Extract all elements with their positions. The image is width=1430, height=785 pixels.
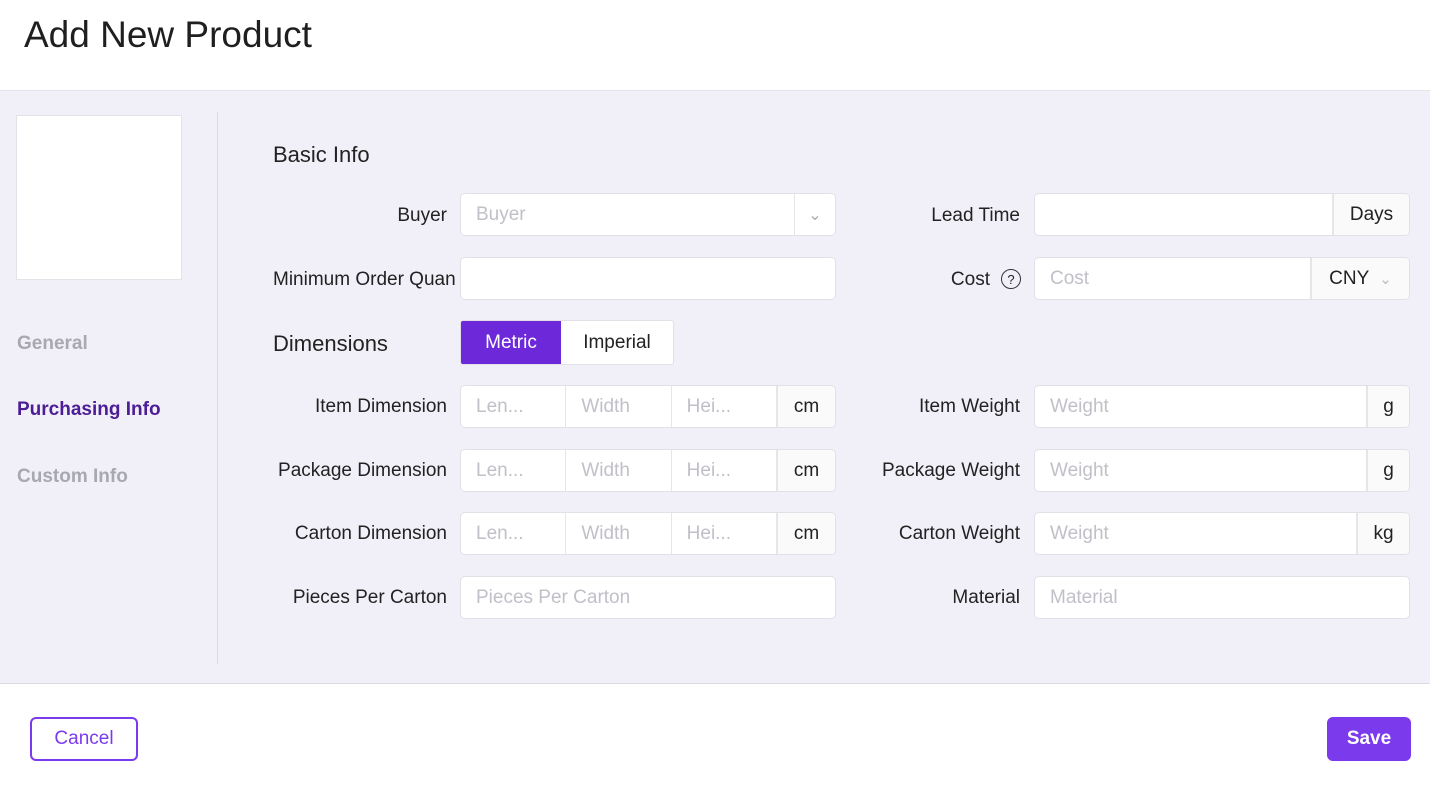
help-icon[interactable]: ? <box>1001 269 1021 289</box>
cost-label: Cost <box>950 269 990 290</box>
cancel-button[interactable]: Cancel <box>30 717 138 761</box>
carton-weight-label: Carton Weight <box>898 523 1020 544</box>
carton-weight-placeholder: Weight <box>1035 513 1357 554</box>
chevron-down-icon: ⌄ <box>808 206 822 224</box>
pieces-placeholder: Pieces Per Carton <box>476 586 631 608</box>
width-input[interactable]: Width <box>566 513 672 554</box>
package-weight-placeholder: Weight <box>1035 450 1367 491</box>
buyer-placeholder: Buyer <box>461 194 795 235</box>
package-weight-input[interactable]: Weight g <box>1034 449 1410 492</box>
pieces-input[interactable]: Pieces Per Carton <box>460 576 836 619</box>
item-weight-placeholder: Weight <box>1035 386 1367 427</box>
save-button[interactable]: Save <box>1327 717 1411 761</box>
unit-label: g <box>1367 450 1409 491</box>
unit-label: kg <box>1357 513 1409 554</box>
lead-time-value <box>1035 194 1333 235</box>
lead-time-unit: Days <box>1333 194 1409 235</box>
height-input[interactable]: Hei... <box>672 513 777 554</box>
lead-time-input[interactable]: Days <box>1034 193 1410 236</box>
package-dimension-label: Package Dimension <box>278 460 447 481</box>
unit-label: g <box>1367 386 1409 427</box>
page-title: Add New Product <box>24 14 312 55</box>
carton-dimension-label: Carton Dimension <box>294 523 447 544</box>
buyer-label: Buyer <box>397 205 447 226</box>
item-weight-input[interactable]: Weight g <box>1034 385 1410 428</box>
unit-label: cm <box>776 450 835 491</box>
chevron-down-icon: ⌄ <box>1379 270 1392 288</box>
item-dimension-label: Item Dimension <box>315 396 447 417</box>
length-input[interactable]: Len... <box>461 450 567 491</box>
cost-input[interactable]: Cost CNY ⌄ <box>1034 257 1410 300</box>
unit-label: cm <box>776 513 835 554</box>
material-input[interactable]: Material <box>1034 576 1410 619</box>
nav-general[interactable]: General <box>17 333 88 355</box>
nav-purchasing-info[interactable]: Purchasing Info <box>17 399 161 421</box>
width-input[interactable]: Width <box>566 450 672 491</box>
section-dimensions: Dimensions <box>273 331 388 356</box>
item-weight-label: Item Weight <box>918 396 1020 417</box>
unit-toggle: Metric Imperial <box>460 320 674 365</box>
toggle-metric[interactable]: Metric <box>461 321 561 364</box>
cost-placeholder: Cost <box>1035 258 1311 299</box>
divider <box>217 112 218 664</box>
pieces-label: Pieces Per Carton <box>292 587 447 608</box>
length-input[interactable]: Len... <box>461 513 567 554</box>
item-dimension-input[interactable]: Len... Width Hei... cm <box>460 385 836 428</box>
currency-value: CNY <box>1329 267 1370 289</box>
package-dimension-input[interactable]: Len... Width Hei... cm <box>460 449 836 492</box>
package-weight-label: Package Weight <box>881 460 1020 481</box>
height-input[interactable]: Hei... <box>672 386 777 427</box>
toggle-imperial[interactable]: Imperial <box>561 321 673 364</box>
currency-select[interactable]: CNY ⌄ <box>1311 258 1409 299</box>
material-placeholder: Material <box>1050 586 1118 608</box>
section-basic-info: Basic Info <box>273 142 370 167</box>
width-input[interactable]: Width <box>566 386 672 427</box>
unit-label: cm <box>776 386 835 427</box>
buyer-select[interactable]: Buyer ⌄ <box>460 193 836 236</box>
carton-dimension-input[interactable]: Len... Width Hei... cm <box>460 512 836 555</box>
height-input[interactable]: Hei... <box>672 450 777 491</box>
carton-weight-input[interactable]: Weight kg <box>1034 512 1410 555</box>
length-input[interactable]: Len... <box>461 386 567 427</box>
moq-value <box>461 258 835 299</box>
product-image-upload[interactable] <box>16 115 182 280</box>
material-label: Material <box>952 587 1020 608</box>
lead-time-label: Lead Time <box>931 205 1020 226</box>
nav-custom-info[interactable]: Custom Info <box>17 466 128 488</box>
moq-input[interactable] <box>460 257 836 300</box>
moq-label: Minimum Order Quan <box>273 269 456 290</box>
